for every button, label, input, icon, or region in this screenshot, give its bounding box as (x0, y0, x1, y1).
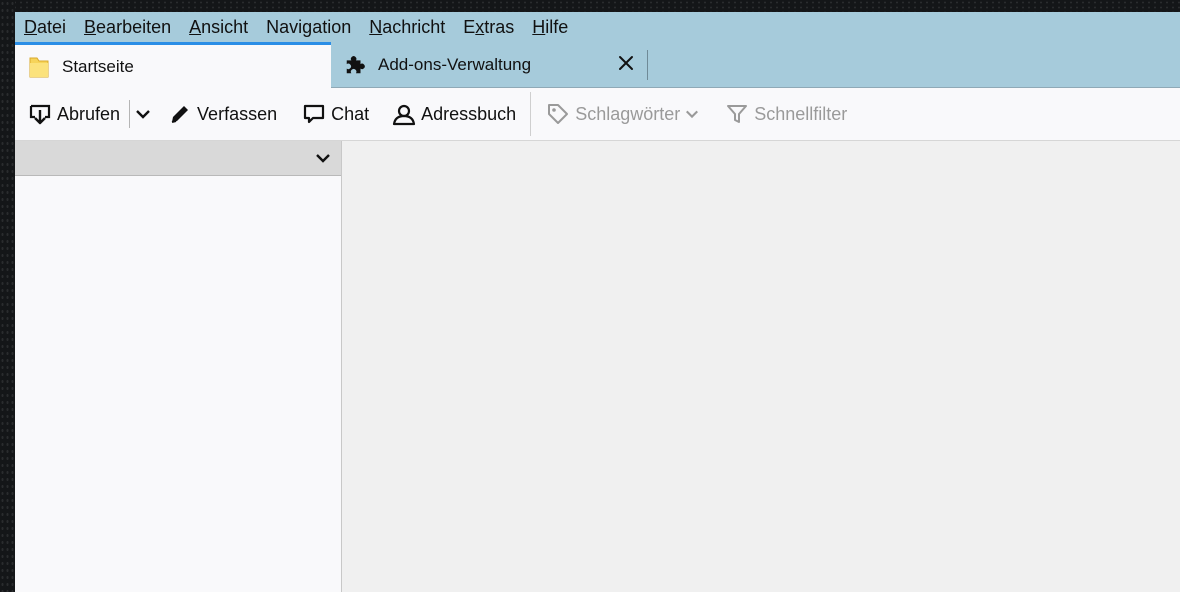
address-book-icon (391, 101, 417, 127)
get-messages-button[interactable]: Abrufen (27, 96, 120, 132)
mail-toolbar: Abrufen Verfassen Chat Adressbuch Schlag… (15, 88, 1180, 141)
menu-extras[interactable]: Extras (454, 12, 523, 42)
chat-button[interactable]: Chat (301, 96, 369, 132)
chat-label: Chat (331, 103, 370, 124)
quick-filter-button[interactable]: Schnellfilter (724, 96, 847, 132)
tab-addons-verwaltung[interactable]: Add-ons-Verwaltung (331, 42, 648, 87)
content-pane (342, 141, 1180, 592)
folder-pane (15, 141, 342, 592)
tab-separator (647, 50, 648, 80)
download-icon (27, 101, 53, 127)
menu-bearbeiten[interactable]: Bearbeiten (75, 12, 180, 42)
quick-filter-label: Schnellfilter (754, 103, 848, 124)
desktop-background-left (0, 0, 15, 592)
menu-navigation[interactable]: Navigation (257, 12, 360, 42)
split-divider (129, 100, 131, 128)
address-book-button[interactable]: Adressbuch (391, 96, 516, 132)
menu-nachricht[interactable]: Nachricht (360, 12, 454, 42)
toolbar-separator (530, 92, 532, 136)
get-messages-dropdown[interactable] (133, 96, 153, 132)
chat-icon (301, 101, 327, 127)
folder-pane-header[interactable] (15, 141, 341, 176)
folder-icon (28, 55, 50, 79)
compose-button[interactable]: Verfassen (167, 96, 277, 132)
chevron-down-icon[interactable] (313, 148, 333, 168)
chevron-down-icon (684, 101, 700, 127)
chevron-down-icon (133, 101, 153, 127)
menu-ansicht[interactable]: Ansicht (180, 12, 257, 42)
filter-icon (724, 101, 750, 127)
pencil-icon (167, 101, 193, 127)
compose-label: Verfassen (197, 103, 278, 124)
app-window: Datei Bearbeiten Ansicht Navigation Nach… (15, 12, 1180, 592)
address-book-label: Adressbuch (421, 103, 517, 124)
menu-hilfe[interactable]: Hilfe (523, 12, 577, 42)
get-messages-label: Abrufen (57, 103, 121, 124)
menu-datei[interactable]: Datei (15, 12, 75, 42)
tab-startseite-label: Startseite (62, 56, 134, 76)
tag-icon (545, 101, 571, 127)
puzzle-icon (344, 53, 366, 77)
menubar: Datei Bearbeiten Ansicht Navigation Nach… (15, 12, 1180, 42)
close-icon[interactable] (614, 51, 638, 75)
tags-button[interactable]: Schlagwörter (545, 96, 704, 132)
tags-label: Schlagwörter (575, 103, 681, 124)
tab-bar: Startseite Add-ons-Verwaltung (15, 42, 1180, 88)
tab-startseite[interactable]: Startseite (15, 42, 331, 88)
tab-addons-label: Add-ons-Verwaltung (378, 54, 532, 74)
desktop-background-top (0, 0, 1180, 12)
